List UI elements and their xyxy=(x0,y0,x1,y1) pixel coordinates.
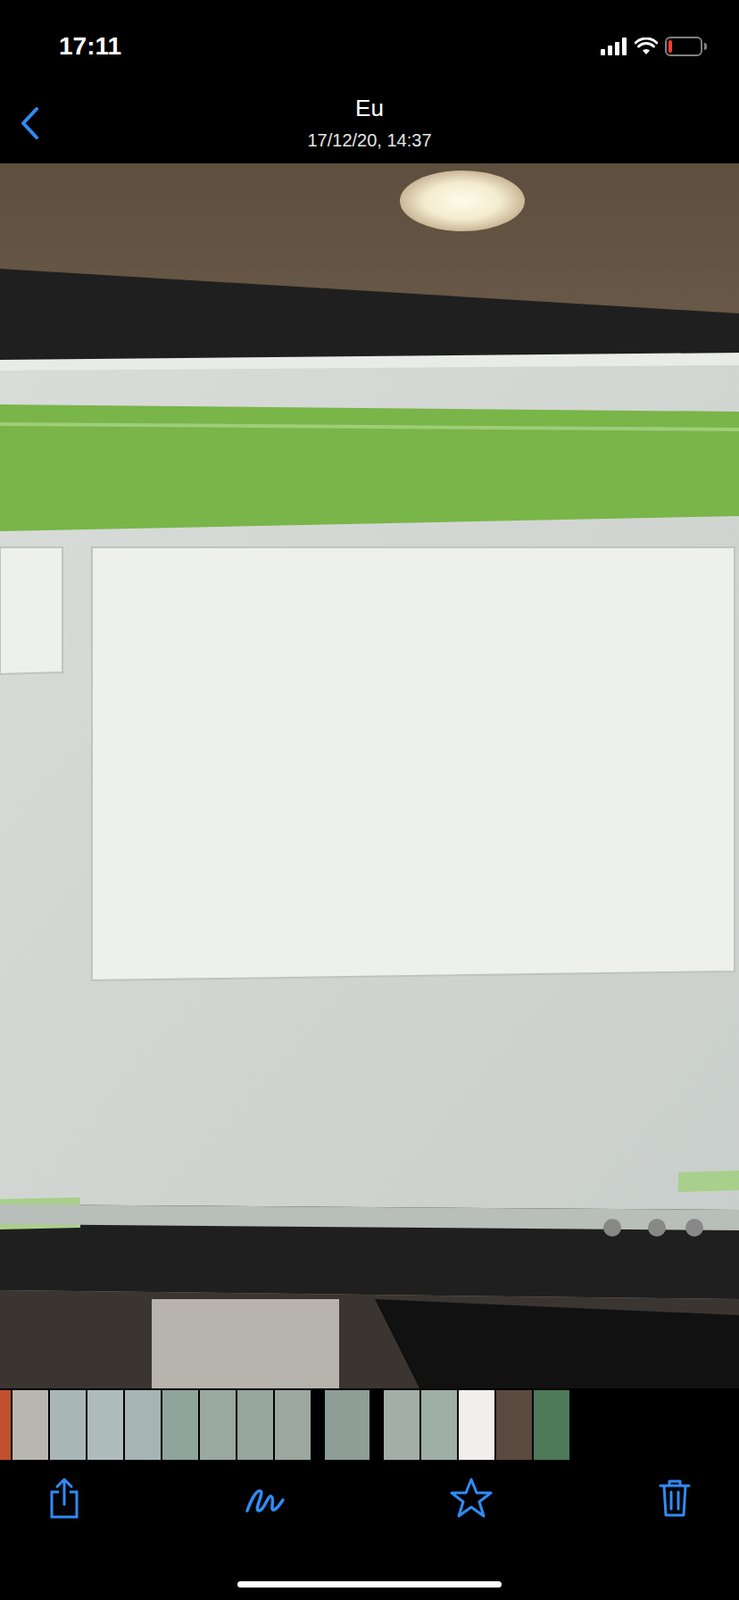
home-area xyxy=(0,1534,739,1600)
thumbnail[interactable] xyxy=(383,1389,420,1460)
thumbnail[interactable] xyxy=(458,1389,495,1460)
album-title: Eu xyxy=(355,94,384,122)
thumbnail-image xyxy=(496,1389,532,1460)
favorite-button[interactable] xyxy=(448,1476,495,1520)
thumbnail-image xyxy=(49,1389,86,1460)
photo[interactable] xyxy=(0,163,739,1388)
thumbnail-image xyxy=(274,1389,311,1460)
thumbnail-image xyxy=(383,1389,420,1460)
status-icons xyxy=(600,33,707,57)
signal-icon xyxy=(600,37,628,56)
battery-icon xyxy=(664,36,707,57)
share-button[interactable] xyxy=(46,1476,83,1520)
thumbnail[interactable] xyxy=(237,1389,274,1460)
thumbnail[interactable] xyxy=(12,1389,49,1460)
thumbnail-image xyxy=(324,1389,370,1460)
thumbnail-image xyxy=(199,1389,236,1460)
thumbnail-image xyxy=(87,1389,124,1460)
thumbnail[interactable] xyxy=(162,1389,199,1460)
thumbnail[interactable] xyxy=(421,1389,457,1460)
thumbnail-image xyxy=(0,1389,11,1460)
thumbnail[interactable] xyxy=(274,1389,311,1460)
toolbar xyxy=(0,1461,739,1535)
markup-icon xyxy=(244,1479,286,1516)
thumbnail[interactable] xyxy=(533,1389,570,1460)
clock: 17:11 xyxy=(58,30,122,59)
thumbnail-image xyxy=(458,1389,495,1460)
star-icon xyxy=(448,1476,494,1520)
share-icon xyxy=(48,1477,81,1519)
wifi-icon xyxy=(634,37,658,56)
battery-track xyxy=(664,36,703,57)
thumbnail[interactable] xyxy=(0,1389,11,1460)
delete-button[interactable] xyxy=(656,1476,693,1520)
thumbnail-image xyxy=(237,1389,274,1460)
thumbnail[interactable] xyxy=(49,1389,86,1460)
thumbnail[interactable] xyxy=(199,1389,236,1460)
status-bar: 17:11 xyxy=(0,0,739,90)
thumbnail-strip[interactable] xyxy=(0,1387,739,1462)
thumbnail-image xyxy=(162,1389,199,1460)
thumbnail[interactable] xyxy=(324,1389,370,1460)
home-indicator[interactable] xyxy=(237,1580,502,1587)
thumbnail[interactable] xyxy=(496,1389,532,1460)
thumbnail[interactable] xyxy=(124,1389,161,1460)
photo-date: 17/12/20, 14:37 xyxy=(307,128,432,152)
thumbnail-image xyxy=(533,1389,570,1460)
thumbnail-image xyxy=(421,1389,457,1460)
thumbnail-image xyxy=(124,1389,161,1460)
trash-icon xyxy=(658,1478,691,1518)
back-button[interactable] xyxy=(19,105,47,142)
nav-header: Eu 17/12/20, 14:37 xyxy=(0,89,739,164)
markup-button[interactable] xyxy=(244,1476,286,1520)
chevron-left-icon xyxy=(19,106,40,141)
thumbnail[interactable] xyxy=(87,1389,124,1460)
thumbnail-image xyxy=(12,1389,49,1460)
battery-fill xyxy=(668,40,673,53)
